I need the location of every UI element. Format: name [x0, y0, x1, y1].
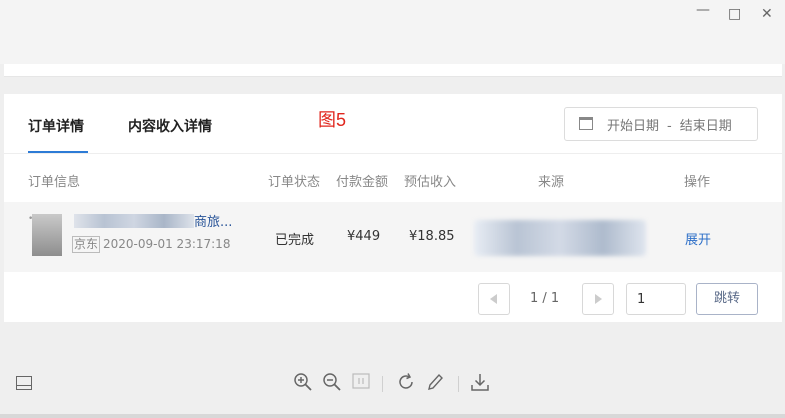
blurred-source	[474, 220, 646, 256]
rotate-icon[interactable]	[396, 372, 416, 392]
product-thumbnail	[32, 214, 62, 256]
page-number-input[interactable]	[626, 283, 686, 315]
date-range-text: 开始日期 - 结束日期	[607, 115, 732, 134]
panel-icon[interactable]	[16, 376, 32, 390]
tab-order-details[interactable]: 订单详情	[28, 116, 84, 136]
date-range-picker[interactable]: 开始日期 - 结束日期	[564, 107, 758, 141]
title-bar: — □ ✕	[0, 0, 785, 64]
zoom-out-icon[interactable]	[322, 372, 342, 392]
jump-button[interactable]: 跳转	[696, 283, 758, 315]
header-paid-amount: 付款金额	[336, 175, 389, 190]
minimize-icon[interactable]: —	[696, 2, 710, 18]
viewer-toolbar	[0, 362, 785, 406]
expand-link[interactable]: 展开	[685, 229, 711, 248]
product-name[interactable]: 商旅...	[194, 211, 232, 230]
order-time: 2020-09-01 23:17:18	[103, 237, 231, 251]
caret-left-icon	[490, 294, 497, 304]
header-order-info: 订单信息	[28, 175, 81, 190]
date-separator: -	[667, 119, 672, 134]
pen-icon[interactable]	[426, 372, 444, 392]
estimated-income: ¥18.85	[409, 229, 455, 244]
header-estimated-income: 预估收入	[404, 175, 457, 190]
figure-annotation: 图5	[318, 110, 347, 130]
tab-content-income[interactable]: 内容收入详情	[128, 116, 212, 136]
download-icon[interactable]	[470, 372, 490, 392]
fit-page-icon[interactable]	[352, 372, 370, 390]
caret-right-icon	[595, 294, 602, 304]
close-icon[interactable]: ✕	[761, 6, 773, 22]
next-page-button[interactable]	[582, 283, 614, 315]
start-date-placeholder: 开始日期	[607, 119, 660, 134]
previous-panel-edge	[4, 64, 782, 77]
header-source: 来源	[538, 175, 565, 190]
order-status: 已完成	[275, 233, 315, 248]
page-count: 1 / 1	[530, 291, 560, 306]
shop-badge: 京东	[72, 236, 101, 253]
tabs-divider	[4, 153, 782, 154]
calendar-icon	[579, 117, 593, 130]
header-action: 操作	[684, 175, 711, 190]
prev-page-button[interactable]	[478, 283, 510, 315]
orders-panel: 订单详情 内容收入详情 图5 开始日期 - 结束日期 订单信息 订单状态 付款金额 …	[4, 94, 782, 322]
end-date-placeholder: 结束日期	[679, 119, 732, 134]
toolbar-separator	[382, 376, 383, 392]
toolbar-separator	[458, 376, 459, 392]
paid-amount: ¥449	[347, 229, 381, 244]
bottom-edge	[0, 414, 785, 418]
maximize-icon[interactable]: □	[728, 6, 741, 22]
zoom-in-icon[interactable]	[293, 372, 313, 392]
blurred-product-title	[74, 214, 194, 228]
table-row: • 商旅... 京东 2020-09-01 23:17:18 已完成 ¥449 …	[4, 202, 782, 272]
header-order-status: 订单状态	[268, 175, 321, 190]
